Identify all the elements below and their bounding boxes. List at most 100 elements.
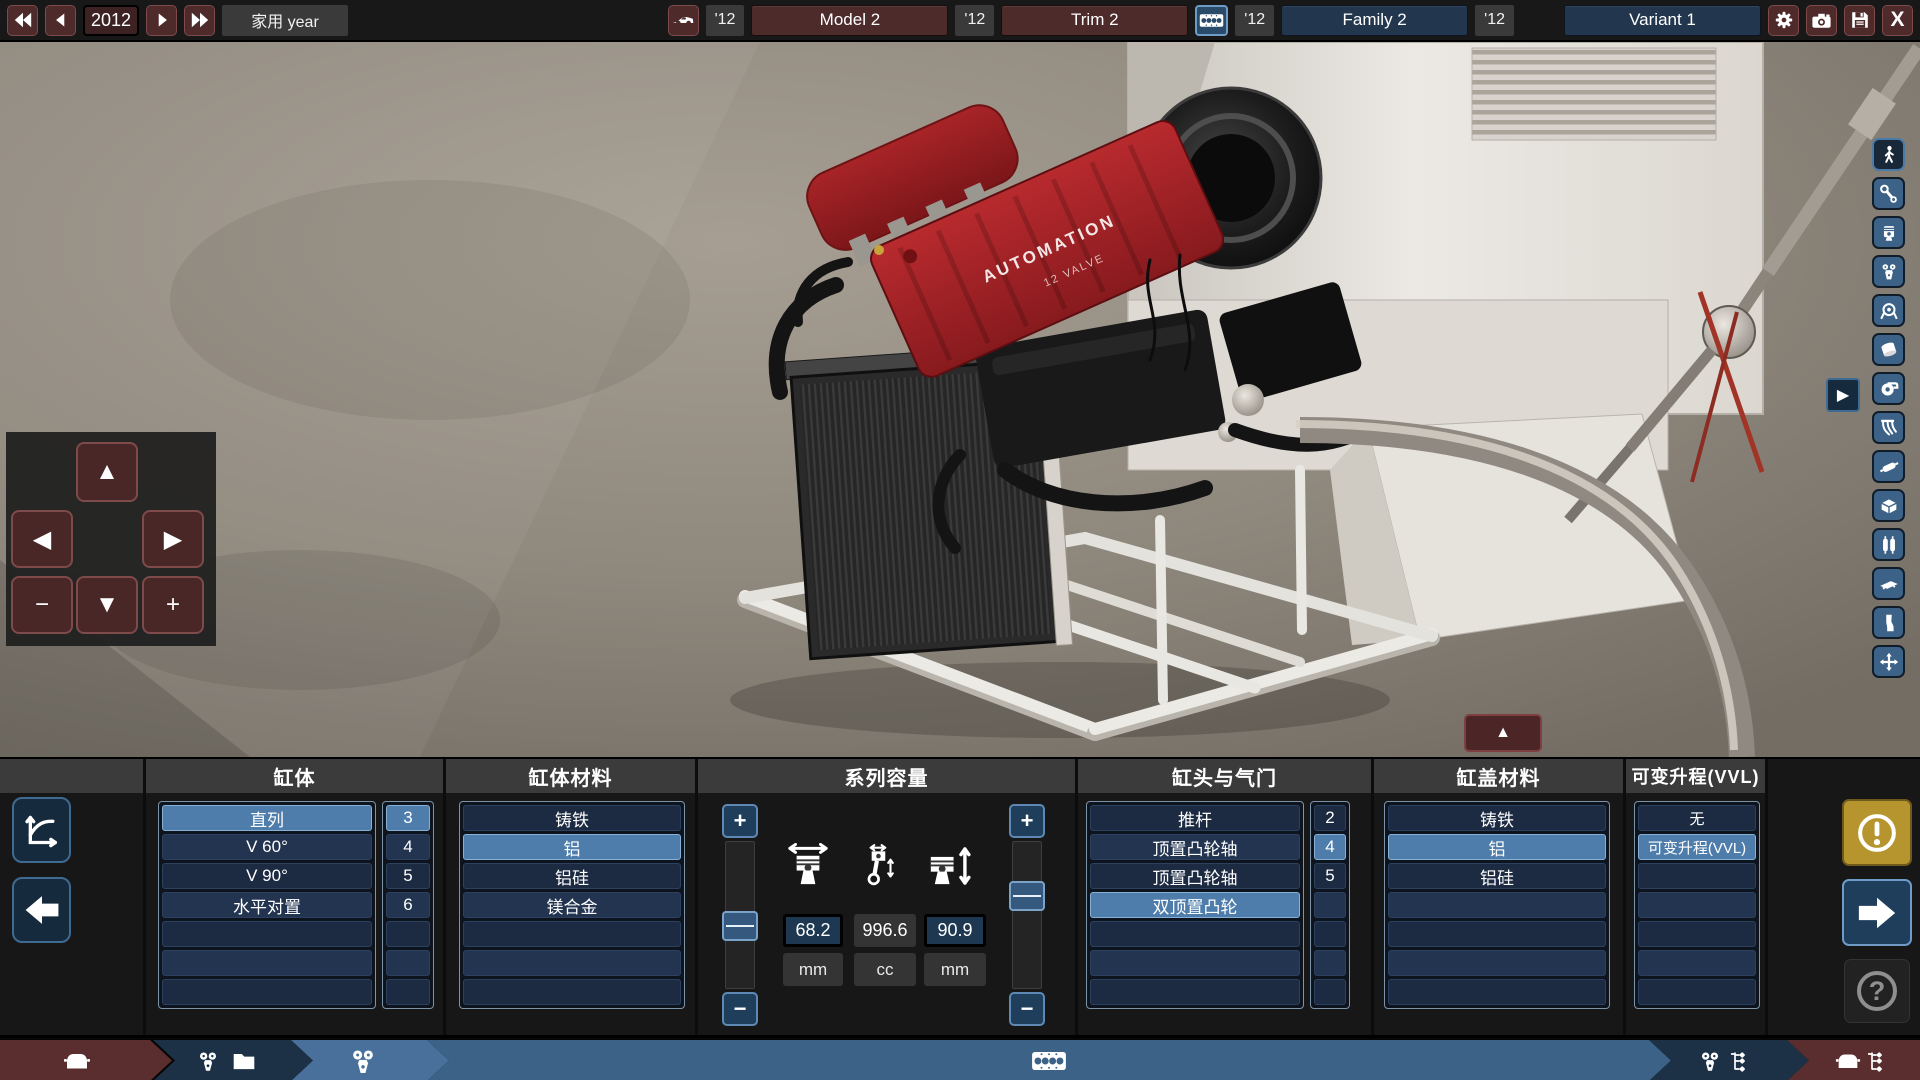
camera-zoom-out-button[interactable]: −	[11, 576, 73, 634]
family-name-button[interactable]: Family 2	[1281, 5, 1468, 36]
conrod-button[interactable]	[1872, 177, 1905, 210]
car-model-button[interactable]	[668, 5, 699, 36]
camera-left-button[interactable]: ◀	[11, 510, 73, 568]
block-material-option[interactable]: 铝	[463, 834, 681, 860]
valve-count-option	[1314, 921, 1346, 947]
block-type-option[interactable]: 直列	[162, 805, 372, 831]
block-material-column: 缸体材料 铸铁铝铝硅镁合金	[443, 759, 695, 1035]
cylinder-count-option[interactable]: 4	[386, 834, 430, 860]
engine-variants-tab[interactable]	[1649, 1040, 1809, 1080]
stroke-unit: mm	[924, 953, 986, 986]
block-type-option[interactable]: V 60°	[162, 834, 372, 860]
year-first-button[interactable]	[7, 5, 38, 36]
year-back-button[interactable]	[45, 5, 76, 36]
cylinder-count-option	[386, 950, 430, 976]
block-type-option[interactable]: 水平对置	[162, 892, 372, 918]
stroke-slider-track[interactable]	[1012, 841, 1042, 989]
cylinder-count-option[interactable]: 3	[386, 805, 430, 831]
bore-slider-handle[interactable]	[722, 911, 758, 941]
expand-bottom-panel-button[interactable]: ▲	[1464, 714, 1542, 752]
next-arrow-icon	[1859, 897, 1895, 928]
head-type-option[interactable]: 双顶置凸轮	[1090, 892, 1300, 918]
block-material-option[interactable]: 铸铁	[463, 805, 681, 831]
vvl-column: 可变升程(VVL) 无可变升程(VVL)	[1623, 759, 1765, 1035]
block-type-option	[162, 950, 372, 976]
valve-count-option[interactable]: 5	[1314, 863, 1346, 889]
camera-right-button[interactable]: ▶	[142, 510, 204, 568]
vvl-option[interactable]: 可变升程(VVL)	[1638, 834, 1756, 860]
piston-button[interactable]	[1872, 216, 1905, 249]
stroke-value[interactable]: 90.9	[924, 914, 986, 947]
valve-count-option	[1314, 979, 1346, 1005]
undertray-button[interactable]	[1872, 567, 1905, 600]
trim-name-button[interactable]: Trim 2	[1001, 5, 1188, 36]
cylinder-head-button[interactable]	[1872, 255, 1905, 288]
head-type-option[interactable]: 推杆	[1090, 805, 1300, 831]
car-design-tab[interactable]	[0, 1040, 172, 1080]
back-button[interactable]	[12, 877, 71, 943]
exhaust-headers-button[interactable]	[1872, 411, 1905, 444]
year-last-button[interactable]	[184, 5, 215, 36]
move-tool-button[interactable]	[1872, 645, 1905, 678]
valve-count-option[interactable]: 4	[1314, 834, 1346, 860]
settings-button[interactable]	[1768, 5, 1799, 36]
graphs-button[interactable]	[12, 797, 71, 863]
block-material-option[interactable]: 铝硅	[463, 863, 681, 889]
engine-designer-tab[interactable]	[291, 1040, 449, 1080]
stroke-increase-button[interactable]: +	[1009, 804, 1045, 838]
block-material-option	[463, 921, 681, 947]
block-material-header: 缸体材料	[446, 759, 695, 793]
move-tool-icon	[1878, 651, 1900, 673]
actions-header	[1768, 759, 1920, 793]
cylinder-count-option[interactable]: 6	[386, 892, 430, 918]
engine-family-button[interactable]	[1195, 5, 1228, 36]
air-filter-button[interactable]	[1872, 333, 1905, 366]
exhaust-pipe-button[interactable]	[1872, 606, 1905, 639]
head-type-option[interactable]: 顶置凸轮轴	[1090, 863, 1300, 889]
block-material-list: 铸铁铝铝硅镁合金	[459, 801, 685, 1009]
model-name-button[interactable]: Model 2	[751, 5, 948, 36]
close-button[interactable]: X	[1882, 5, 1913, 36]
cylinder-count-option[interactable]: 5	[386, 863, 430, 889]
head-material-option[interactable]: 铝	[1388, 834, 1606, 860]
block-type-option[interactable]: V 90°	[162, 863, 372, 889]
block-material-option[interactable]: 镁合金	[463, 892, 681, 918]
bore-increase-button[interactable]: +	[722, 804, 758, 838]
head-type-option	[1090, 979, 1300, 1005]
part-visibility-toolbar	[1872, 138, 1912, 678]
head-material-option[interactable]: 铸铁	[1388, 805, 1606, 831]
head-material-option[interactable]: 铝硅	[1388, 863, 1606, 889]
camera-up-button[interactable]: ▲	[76, 442, 138, 502]
engine-family-stage-tab[interactable]	[427, 1040, 1671, 1080]
engine-block-button[interactable]	[1872, 489, 1905, 522]
next-tab-button[interactable]	[1842, 879, 1912, 946]
engine-viewport[interactable]: AUTOMATION 12 VALVE ▲ ◀ ▶ −	[0, 42, 1920, 757]
camera-zoom-in-button[interactable]: +	[142, 576, 204, 634]
stroke-slider-handle[interactable]	[1009, 881, 1045, 911]
save-button[interactable]	[1844, 5, 1875, 36]
warnings-button[interactable]	[1842, 799, 1912, 866]
designer-taskbar	[0, 1035, 1920, 1080]
head-material-list: 铸铁铝铝硅	[1384, 801, 1610, 1009]
year-forward-button[interactable]	[146, 5, 177, 36]
vvl-option	[1638, 892, 1756, 918]
block-type-option	[162, 979, 372, 1005]
vvl-option[interactable]: 无	[1638, 805, 1756, 831]
stroke-decrease-button[interactable]: −	[1009, 992, 1045, 1026]
head-type-option[interactable]: 顶置凸轮轴	[1090, 834, 1300, 860]
bore-decrease-button[interactable]: −	[722, 992, 758, 1026]
belt-pulley-button[interactable]	[1872, 294, 1905, 327]
photo-mode-button[interactable]	[1806, 5, 1837, 36]
expand-side-panel-button[interactable]: ▶	[1826, 378, 1860, 412]
bore-value[interactable]: 68.2	[783, 914, 843, 947]
twin-mufflers-icon	[1878, 534, 1900, 556]
camera-down-button[interactable]: ▼	[76, 576, 138, 634]
variant-name-button[interactable]: Variant 1	[1564, 5, 1761, 36]
twin-mufflers-button[interactable]	[1872, 528, 1905, 561]
muffler-button[interactable]	[1872, 450, 1905, 483]
turbocharger-button[interactable]	[1872, 372, 1905, 405]
valve-count-option[interactable]: 2	[1314, 805, 1346, 831]
help-button[interactable]: ?	[1844, 959, 1910, 1023]
engine-manager-tab[interactable]	[153, 1040, 313, 1080]
walking-person-button[interactable]	[1872, 138, 1905, 171]
